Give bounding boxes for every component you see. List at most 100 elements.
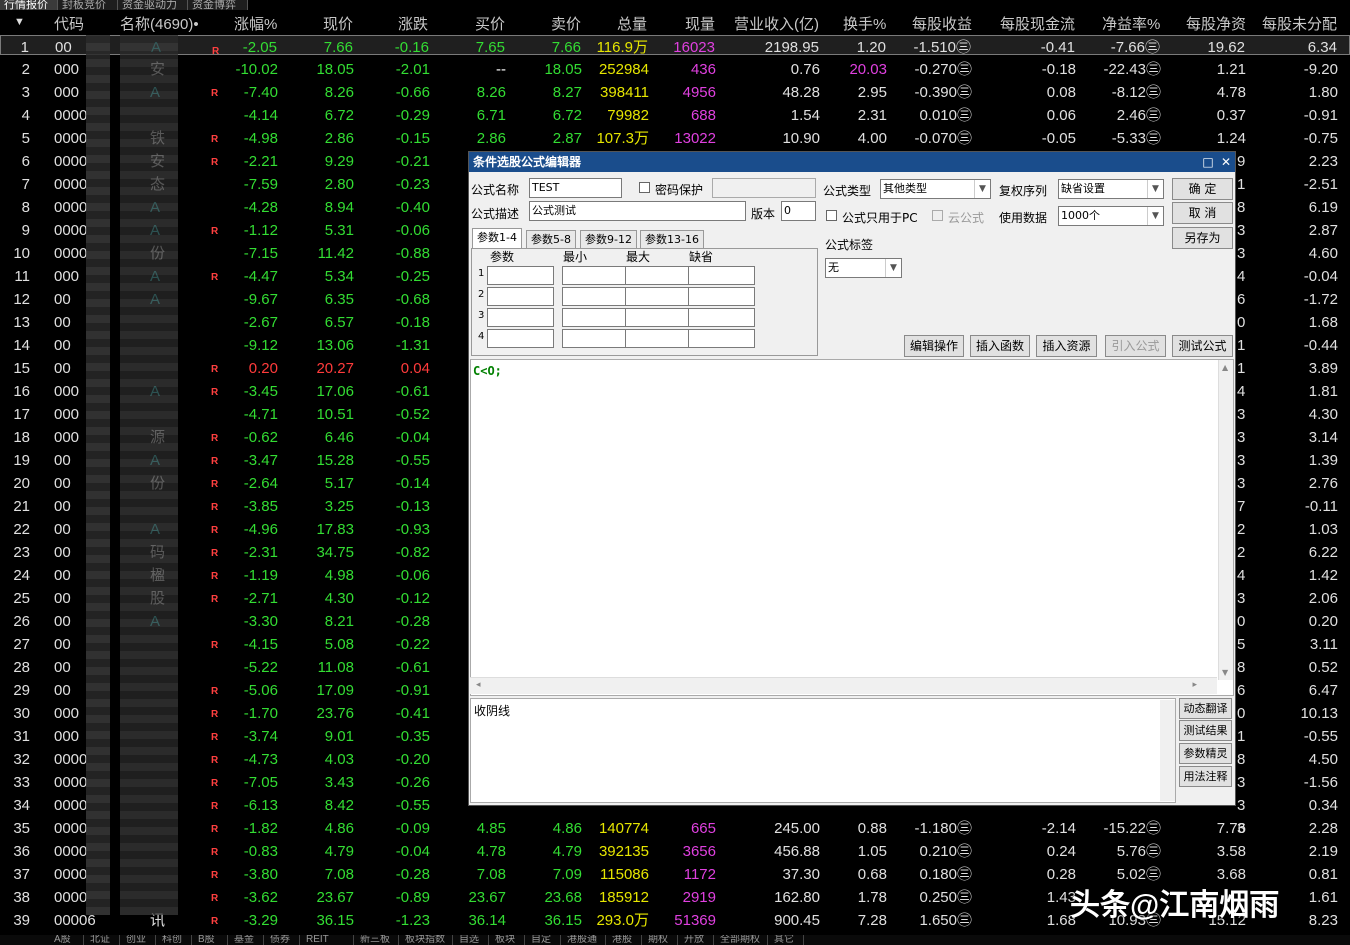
param-default-input[interactable] — [688, 287, 755, 306]
market-tab[interactable]: 其它 — [768, 935, 804, 945]
tab-params-1-4[interactable]: 参数1-4 — [472, 228, 522, 248]
tab-fund-game[interactable]: 资金博弈 — [188, 0, 248, 10]
cancel-button[interactable]: 取 消 — [1172, 202, 1233, 224]
table-row[interactable]: 3000A-7.408.26-0.668.268.27398411495648.… — [0, 81, 1350, 104]
col-eps[interactable]: 每股收益 — [912, 13, 972, 34]
table-row[interactable]: 4 0000 -4.14 6.72 -0.29 6.71 6.72 79982 688 1.54 2… — [0, 104, 1350, 127]
param-default-input[interactable] — [688, 329, 755, 348]
formula-code-editor[interactable]: C<O; ▲ ▼ — [470, 359, 1234, 696]
use-data-select[interactable]: 1000个 ▼ — [1058, 206, 1164, 226]
table-row[interactable]: 50000铁-4.982.86-0.152.862.87107.3万130221… — [0, 127, 1350, 150]
param-default-input[interactable] — [688, 266, 755, 285]
market-tab[interactable]: 北证 — [84, 935, 120, 945]
code-vertical-scrollbar[interactable]: ▲ ▼ — [1218, 360, 1233, 680]
market-tab[interactable]: 全部期权 — [714, 935, 768, 945]
table-row[interactable]: 2000安-10.0218.05-2.01--18.052529844360.7… — [0, 58, 1350, 81]
param-name-input[interactable] — [487, 287, 554, 306]
save-as-button[interactable]: 另存为 — [1172, 227, 1233, 249]
param-min-input[interactable] — [562, 287, 629, 306]
test-formula-button[interactable]: 测试公式 — [1172, 335, 1233, 357]
edit-op-button[interactable]: 编辑操作 — [904, 335, 964, 357]
insert-function-button[interactable]: 插入函数 — [970, 335, 1030, 357]
close-icon[interactable]: ✕ — [1219, 155, 1233, 169]
tab-quotes[interactable]: 行情报价 — [0, 0, 58, 10]
param-min-input[interactable] — [562, 308, 629, 327]
col-bid[interactable]: 买价 — [475, 13, 505, 34]
import-formula-button[interactable]: 引入公式 — [1105, 335, 1166, 357]
market-tab[interactable]: 自定 — [525, 935, 561, 945]
test-result-button[interactable]: 测试结果 — [1179, 720, 1232, 741]
cloud-checkbox[interactable] — [932, 210, 943, 221]
market-tab[interactable]: 期权 — [642, 935, 678, 945]
market-tab[interactable]: 开放 — [678, 935, 714, 945]
col-undistributed[interactable]: 每股未分配 — [1262, 13, 1337, 34]
rights-select[interactable]: 缺省设置 ▼ — [1058, 179, 1164, 199]
formula-name-input[interactable]: TEST — [529, 178, 622, 198]
param-name-input[interactable] — [487, 329, 554, 348]
tab-params-5-8[interactable]: 参数5-8 — [526, 230, 576, 248]
market-tab[interactable]: 港股 — [606, 935, 642, 945]
param-max-input[interactable] — [625, 329, 692, 348]
market-tab[interactable]: 自选 — [453, 935, 489, 945]
market-tab[interactable]: B股 — [192, 935, 228, 945]
market-tab[interactable]: 板块 — [489, 935, 525, 945]
scroll-right-icon[interactable]: ▸ — [1192, 680, 1197, 690]
col-bps[interactable]: 每股净资 — [1186, 13, 1246, 34]
market-tab[interactable]: 基金 — [228, 935, 264, 945]
ok-button[interactable]: 确 定 — [1172, 178, 1233, 200]
market-tab[interactable]: 板块指数 — [399, 935, 453, 945]
tab-limit-auction[interactable]: 封板竞价 — [58, 0, 118, 10]
col-ask[interactable]: 卖价 — [551, 13, 581, 34]
param-max-input[interactable] — [625, 287, 692, 306]
sort-arrow-icon[interactable]: ▼ — [14, 16, 25, 28]
tab-params-9-12[interactable]: 参数9-12 — [580, 230, 637, 248]
tag-select[interactable]: 无 ▼ — [825, 258, 902, 278]
param-wizard-button[interactable]: 参数精灵 — [1179, 743, 1232, 764]
param-max-input[interactable] — [625, 308, 692, 327]
param-max-input[interactable] — [625, 266, 692, 285]
scroll-down-icon[interactable]: ▼ — [1222, 668, 1228, 677]
col-cur-vol[interactable]: 现量 — [685, 13, 715, 34]
dynamic-translate-button[interactable]: 动态翻译 — [1179, 698, 1232, 719]
maximize-icon[interactable]: □ — [1201, 155, 1215, 169]
version-input[interactable]: 0 — [781, 201, 816, 221]
insert-resource-button[interactable]: 插入资源 — [1036, 335, 1097, 357]
param-default-input[interactable] — [688, 308, 755, 327]
col-volume[interactable]: 总量 — [617, 13, 647, 34]
param-name-input[interactable] — [487, 308, 554, 327]
table-row[interactable]: 36 0000 -0.83 4.79 -0.04 4.78 4.79 392135 3656 45… — [0, 840, 1350, 863]
formula-note-area[interactable]: 收阴线 — [470, 698, 1176, 803]
col-cashflow[interactable]: 每股现金流 — [1000, 13, 1075, 34]
table-row[interactable]: 100A-2.057.66-0.167.657.66116.9万16023219… — [0, 35, 1350, 57]
password-checkbox[interactable] — [639, 182, 650, 193]
param-name-input[interactable] — [487, 266, 554, 285]
market-tab[interactable]: 科创 — [156, 935, 192, 945]
col-name[interactable]: 名称(4690)• — [120, 13, 199, 34]
usage-note-button[interactable]: 用法注释 — [1179, 766, 1232, 787]
col-revenue[interactable]: 营业收入(亿) — [734, 13, 819, 34]
table-row[interactable]: 35 0000 -1.82 4.86 -0.09 4.85 4.86 140774 665 245… — [0, 817, 1350, 840]
market-tab[interactable]: 债券 — [264, 935, 300, 945]
col-roe[interactable]: 净益率% — [1102, 13, 1160, 34]
col-pct[interactable]: 涨幅% — [234, 13, 277, 34]
market-tab[interactable]: A股 — [48, 935, 84, 945]
code-horizontal-scrollbar[interactable]: ◂ ▸ — [470, 677, 1217, 694]
pc-only-checkbox[interactable] — [826, 210, 837, 221]
scroll-up-icon[interactable]: ▲ — [1222, 363, 1228, 372]
tab-fund-drive[interactable]: 资金驱动力 — [118, 0, 188, 10]
market-tab[interactable]: 创业 — [120, 935, 156, 945]
col-change[interactable]: 涨跌 — [398, 13, 428, 34]
col-price[interactable]: 现价 — [323, 13, 353, 34]
formula-type-select[interactable]: 其他类型 ▼ — [880, 179, 991, 199]
col-code[interactable]: 代码 — [54, 13, 84, 34]
password-input[interactable] — [712, 178, 816, 198]
desc-input[interactable]: 公式测试 — [529, 201, 746, 221]
param-min-input[interactable] — [562, 266, 629, 285]
market-tab[interactable]: 港股通 — [561, 935, 606, 945]
scroll-left-icon[interactable]: ◂ — [476, 680, 481, 690]
col-turnover[interactable]: 换手% — [843, 13, 886, 34]
market-tab[interactable]: REIT — [300, 935, 354, 945]
param-min-input[interactable] — [562, 329, 629, 348]
tab-params-13-16[interactable]: 参数13-16 — [640, 230, 704, 248]
note-scrollbar[interactable] — [1160, 700, 1175, 801]
